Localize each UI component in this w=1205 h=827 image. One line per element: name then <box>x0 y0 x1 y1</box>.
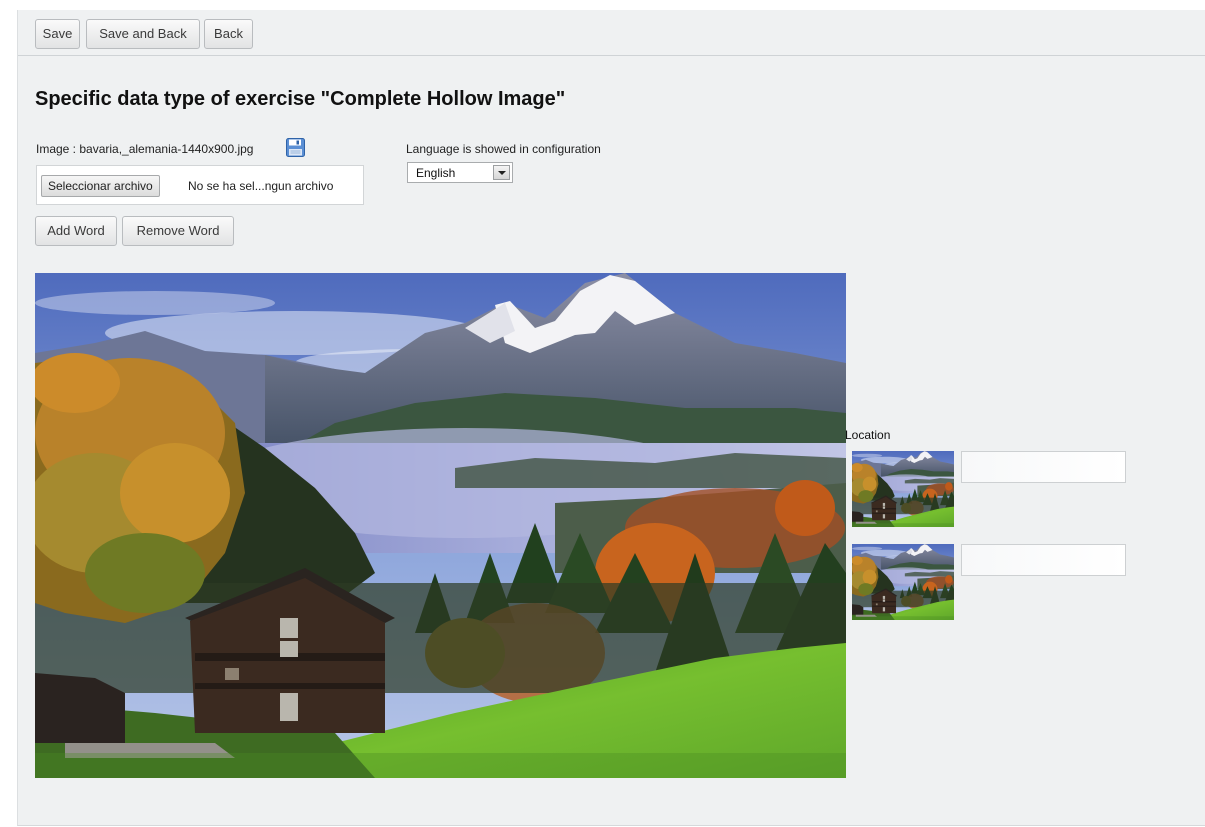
exercise-image[interactable] <box>35 273 846 778</box>
location-thumbnail-1[interactable] <box>852 451 954 527</box>
back-button[interactable]: Back <box>204 19 253 49</box>
location-word-input-2[interactable] <box>961 544 1126 576</box>
remove-word-button[interactable]: Remove Word <box>122 216 234 246</box>
language-select[interactable]: English <box>407 162 513 183</box>
add-word-button[interactable]: Add Word <box>35 216 117 246</box>
choose-file-button[interactable]: Seleccionar archivo <box>41 175 160 197</box>
location-label: Location <box>845 428 891 442</box>
floppy-disk-icon[interactable] <box>286 138 305 157</box>
image-file-input: Seleccionar archivo No se ha sel...ngun … <box>36 165 364 205</box>
chevron-down-icon[interactable] <box>493 165 510 180</box>
toolbar: Save Save and Back Back <box>18 10 1205 56</box>
save-and-back-button[interactable]: Save and Back <box>86 19 200 49</box>
save-button[interactable]: Save <box>35 19 80 49</box>
image-filename-label: Image : bavaria,_alemania-1440x900.jpg <box>36 142 254 156</box>
location-thumbnail-2[interactable] <box>852 544 954 620</box>
page-title: Specific data type of exercise "Complete… <box>35 88 566 110</box>
page-panel: Save Save and Back Back Specific data ty… <box>17 10 1205 826</box>
location-word-input-1[interactable] <box>961 451 1126 483</box>
no-file-selected-text: No se ha sel...ngun archivo <box>188 179 334 193</box>
language-label: Language is showed in configuration <box>406 142 601 156</box>
language-selected-value: English <box>416 166 456 180</box>
